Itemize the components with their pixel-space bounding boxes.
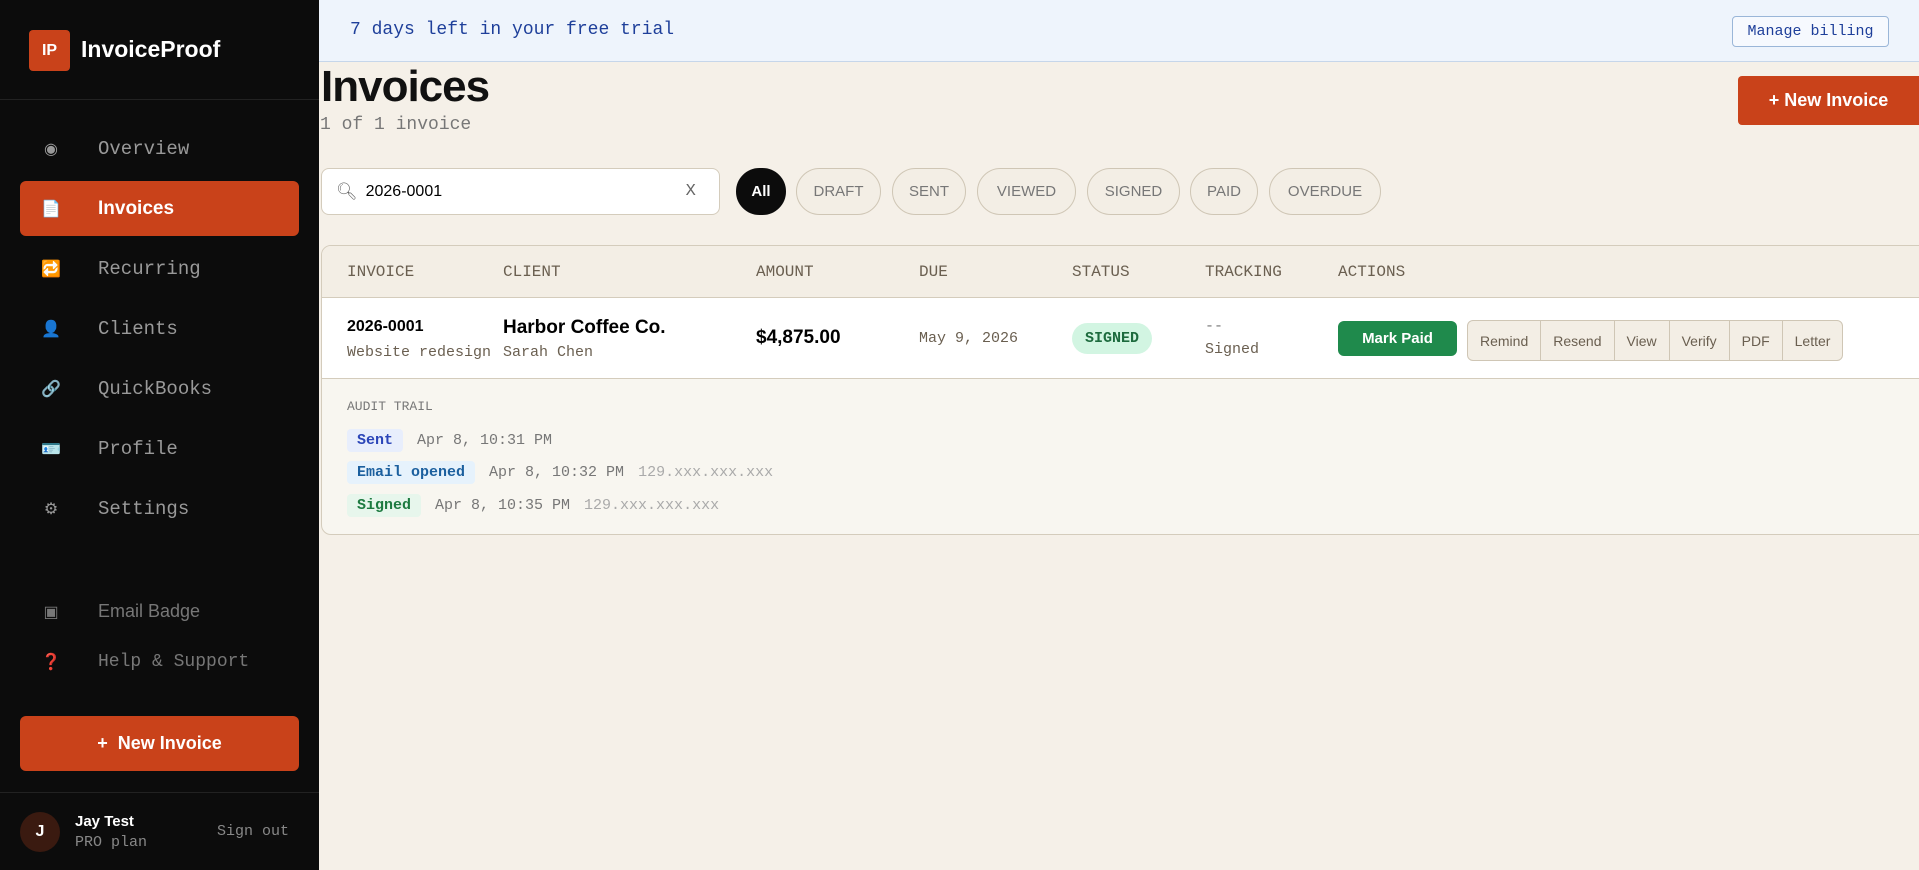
sidebar-item-help-support[interactable]: ❓ Help & Support xyxy=(20,634,299,689)
mark-paid-button[interactable]: Mark Paid xyxy=(1338,321,1457,356)
sidebar-item-email-badge[interactable]: ▣ Email Badge xyxy=(20,584,299,639)
status-badge: SIGNED xyxy=(1072,323,1152,354)
column-header-due: DUE xyxy=(919,263,948,281)
user-name: Jay Test xyxy=(75,813,134,830)
invoice-table: INVOICE CLIENT AMOUNT DUE STATUS TRACKING ACTI… xyxy=(321,245,1919,535)
audit-event: Email opened Apr 8, 10:32 PM 129.xxx.xxx.x… xyxy=(347,461,773,484)
column-header-client: CLIENT xyxy=(503,263,561,281)
avatar: J xyxy=(20,812,60,852)
new-invoice-button[interactable]: + New Invoice xyxy=(1738,76,1919,125)
sidebar-item-label: Recurring xyxy=(98,257,201,280)
button-label: New Invoice xyxy=(117,733,222,753)
eye-icon: ◉ xyxy=(44,140,58,159)
audit-event-type: Email opened xyxy=(347,461,476,484)
sidebar-item-quickbooks[interactable]: 🔗 QuickBooks xyxy=(20,361,299,416)
filter-all[interactable]: All xyxy=(736,168,786,215)
search-icon: 🔍︎ xyxy=(336,181,358,201)
invoice-number[interactable]: 2026-0001 xyxy=(347,318,424,336)
link-icon: 🔗 xyxy=(41,380,61,399)
page-title: Invoices xyxy=(321,62,490,111)
audit-event-ip: 129.xxx.xxx.xxx xyxy=(638,464,774,481)
table-row[interactable]: 2026-0001 Website redesign Harbor Coffee… xyxy=(322,298,1919,379)
filter-draft[interactable]: DRAFT xyxy=(796,168,881,215)
sidebar-item-invoices[interactable]: 📄 Invoices xyxy=(20,181,299,236)
question-icon: ❓ xyxy=(41,653,61,672)
client-contact: Sarah Chen xyxy=(503,344,594,361)
sidebar-item-profile[interactable]: 🪪 Profile xyxy=(20,421,299,476)
sidebar-item-label: Overview xyxy=(98,137,190,160)
column-header-status: STATUS xyxy=(1072,263,1130,281)
trial-banner: 7 days left in your free trial Manage bi… xyxy=(319,0,1919,62)
pdf-button[interactable]: PDF xyxy=(1730,321,1783,360)
sidebar-new-invoice-button[interactable]: + New Invoice xyxy=(20,716,299,771)
resend-button[interactable]: Resend xyxy=(1541,321,1615,360)
sidebar-item-label: Invoices xyxy=(98,197,175,219)
filter-signed[interactable]: SIGNED xyxy=(1087,168,1180,215)
clear-search-button[interactable]: X xyxy=(686,182,696,201)
action-button-group: Remind Resend View Verify PDF Letter xyxy=(1467,320,1844,361)
search-box: 🔍︎ X xyxy=(321,168,720,215)
column-header-tracking: TRACKING xyxy=(1205,263,1282,281)
invoice-description: Website redesign xyxy=(347,344,492,361)
view-button[interactable]: View xyxy=(1615,321,1670,360)
audit-event-time: Apr 8, 10:31 PM xyxy=(417,432,553,449)
sidebar-item-label: Settings xyxy=(98,497,190,520)
document-icon: 📄 xyxy=(41,200,61,218)
sidebar: IP InvoiceProof ◉ Overview 📄 Invoices 🔁 Recur… xyxy=(0,0,319,870)
manage-billing-button[interactable]: Manage billing xyxy=(1732,16,1889,47)
audit-event-type: Sent xyxy=(347,429,404,452)
search-input[interactable] xyxy=(365,182,686,201)
logo-mark: IP xyxy=(29,30,70,71)
divider xyxy=(0,99,319,100)
divider xyxy=(0,792,319,793)
filter-overdue[interactable]: OVERDUE xyxy=(1269,168,1381,215)
tracking-status: Signed xyxy=(1205,341,1260,358)
user-plan: PRO plan xyxy=(75,834,148,851)
audit-event-type: Signed xyxy=(347,494,422,517)
sidebar-item-overview[interactable]: ◉ Overview xyxy=(20,121,299,176)
tracking-placeholder: -- xyxy=(1205,318,1224,335)
sign-out-link[interactable]: Sign out xyxy=(217,823,289,840)
trial-text: 7 days left in your free trial xyxy=(350,20,675,40)
audit-event: Signed Apr 8, 10:35 PM 129.xxx.xxx.xxx xyxy=(347,494,719,517)
sidebar-item-label: Profile xyxy=(98,437,178,460)
id-card-icon: 🪪 xyxy=(41,440,61,459)
sidebar-item-clients[interactable]: 👤 Clients xyxy=(20,301,299,356)
filter-sent[interactable]: SENT xyxy=(892,168,966,215)
plus-icon: + xyxy=(97,733,108,753)
badge-icon: ▣ xyxy=(43,603,59,622)
table-header: INVOICE CLIENT AMOUNT DUE STATUS TRACKING ACTI… xyxy=(322,246,1919,298)
due-date: May 9, 2026 xyxy=(919,330,1019,347)
gear-icon: ⚙ xyxy=(43,500,59,519)
repeat-icon: 🔁 xyxy=(41,260,61,279)
invoice-count: 1 of 1 invoice xyxy=(320,115,472,135)
audit-event-time: Apr 8, 10:35 PM xyxy=(435,497,571,514)
filter-paid[interactable]: PAID xyxy=(1190,168,1258,215)
sidebar-item-settings[interactable]: ⚙ Settings xyxy=(20,481,299,536)
audit-event: Sent Apr 8, 10:31 PM xyxy=(347,429,552,452)
verify-button[interactable]: Verify xyxy=(1670,321,1730,360)
letter-button[interactable]: Letter xyxy=(1783,321,1843,360)
audit-event-ip: 129.xxx.xxx.xxx xyxy=(584,497,720,514)
sidebar-item-label: Clients xyxy=(98,317,178,340)
app-name: InvoiceProof xyxy=(81,36,221,62)
amount: $4,875.00 xyxy=(756,327,841,348)
sidebar-item-label: QuickBooks xyxy=(98,377,213,400)
column-header-amount: AMOUNT xyxy=(756,263,814,281)
sidebar-item-recurring[interactable]: 🔁 Recurring xyxy=(20,241,299,296)
sidebar-item-label: Help & Support xyxy=(98,651,250,672)
client-name: Harbor Coffee Co. xyxy=(503,317,666,338)
sidebar-item-label: Email Badge xyxy=(98,601,201,621)
audit-trail-label: AUDIT TRAIL xyxy=(347,399,433,414)
filter-viewed[interactable]: VIEWED xyxy=(977,168,1076,215)
user-icon: 👤 xyxy=(41,320,61,339)
remind-button[interactable]: Remind xyxy=(1468,321,1542,360)
column-header-invoice: INVOICE xyxy=(347,263,415,281)
column-header-actions: ACTIONS xyxy=(1338,263,1406,281)
audit-event-time: Apr 8, 10:32 PM xyxy=(489,464,625,481)
